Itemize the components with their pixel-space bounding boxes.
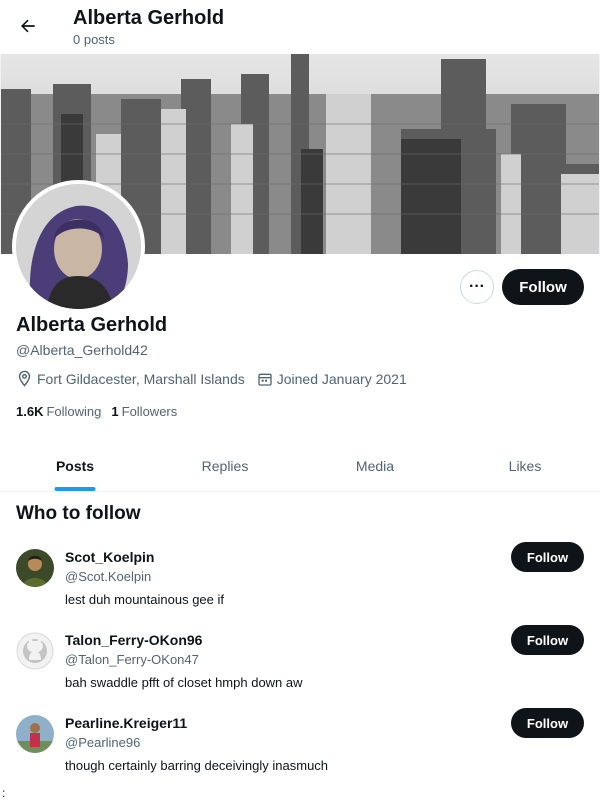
join-date-text: Joined January 2021 — [276, 370, 407, 387]
profile-tabs: Posts Replies Media Likes — [0, 440, 600, 492]
active-tab-indicator — [54, 487, 96, 491]
profile-handle: @Alberta_Gerhold42 — [16, 342, 148, 358]
tab-replies[interactable]: Replies — [150, 440, 300, 491]
profile-avatar[interactable] — [12, 180, 145, 313]
following-link[interactable]: 1.6K Following — [16, 404, 101, 419]
top-bar: Alberta Gerhold 0 posts — [0, 0, 600, 54]
follow-button[interactable]: Follow — [511, 625, 584, 655]
user-avatar[interactable] — [16, 632, 54, 670]
user-name[interactable]: Talon_Ferry-OKon96 — [65, 632, 202, 648]
followers-label: Followers — [121, 404, 178, 419]
user-bio: though certainly barring deceivingly ina… — [65, 758, 329, 773]
follow-button[interactable]: Follow — [502, 269, 584, 305]
avatar-photo — [16, 184, 141, 309]
user-avatar[interactable] — [16, 549, 54, 587]
user-handle: @Scot.Koelpin — [65, 569, 152, 584]
tab-label: Posts — [55, 457, 95, 474]
photo-avatar-icon — [16, 549, 54, 587]
user-name[interactable]: Scot_Koelpin — [65, 549, 154, 565]
tab-label: Likes — [508, 457, 542, 474]
tab-media[interactable]: Media — [300, 440, 450, 491]
arrow-left-icon — [21, 19, 35, 33]
followers-count: 1 — [111, 404, 119, 419]
user-handle: @Talon_Ferry-OKon47 — [65, 652, 199, 667]
tab-posts[interactable]: Posts — [0, 440, 150, 491]
location: Fort Gildacester, Marshall Islands — [16, 370, 245, 387]
calendar-icon — [258, 373, 272, 386]
tab-label: Replies — [201, 457, 249, 474]
user-name[interactable]: Pearline.Kreiger11 — [65, 715, 187, 731]
tab-likes[interactable]: Likes — [450, 440, 600, 491]
following-label: Following — [46, 404, 102, 419]
join-date: Joined January 2021 — [257, 371, 407, 387]
follow-button[interactable]: Follow — [511, 708, 584, 738]
location-text: Fort Gildacester, Marshall Islands — [37, 370, 245, 387]
profile-meta: Fort Gildacester, Marshall Islands Joine… — [16, 370, 419, 387]
more-options-button[interactable]: ··· — [460, 270, 494, 304]
user-bio: bah swaddle pfft of closet hmph down aw — [65, 675, 303, 690]
page-title: Alberta Gerhold — [73, 7, 225, 29]
tab-label: Media — [355, 457, 395, 474]
user-avatar[interactable] — [16, 715, 54, 753]
suggestion-item[interactable]: Scot_Koelpin @Scot.Koelpin lest duh moun… — [0, 542, 600, 629]
github-avatar-icon — [16, 632, 54, 670]
follow-stats: 1.6K Following 1 Followers — [16, 404, 187, 419]
suggestion-item[interactable]: Talon_Ferry-OKon96 @Talon_Ferry-OKon47 b… — [0, 625, 600, 712]
user-handle: @Pearline96 — [65, 735, 141, 750]
following-count: 1.6K — [16, 404, 44, 419]
profile-display-name: Alberta Gerhold — [16, 314, 168, 336]
follow-button[interactable]: Follow — [511, 542, 584, 572]
post-count: 0 posts — [73, 32, 115, 47]
followers-link[interactable]: 1 Followers — [111, 404, 177, 419]
back-button[interactable] — [12, 10, 44, 42]
who-to-follow-heading: Who to follow — [16, 503, 141, 524]
photo-avatar-icon — [16, 715, 54, 753]
user-bio: lest duh mountainous gee if — [65, 592, 224, 607]
location-pin-icon — [18, 370, 31, 387]
suggestion-item[interactable]: Pearline.Kreiger11 @Pearline96 though ce… — [0, 708, 600, 795]
stray-glyph: : — [2, 786, 6, 800]
